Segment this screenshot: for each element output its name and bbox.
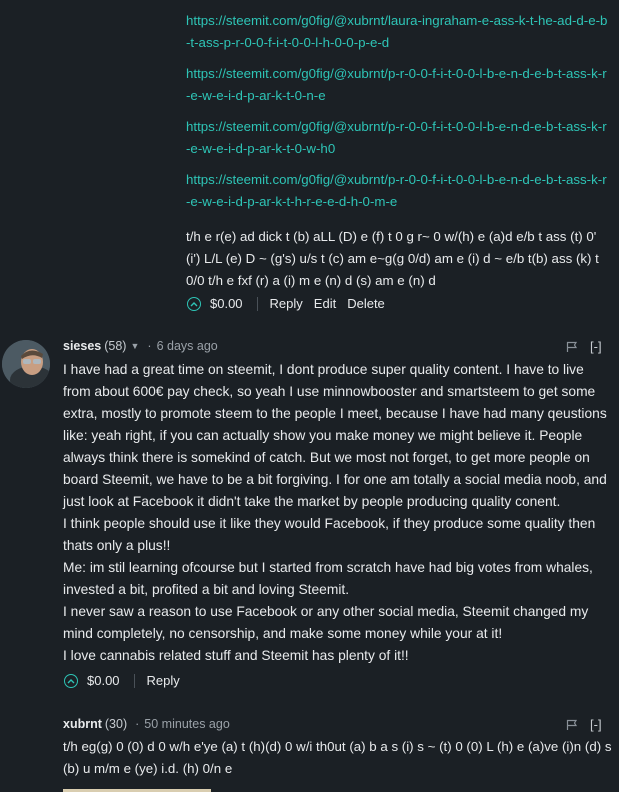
divider xyxy=(133,673,135,688)
upvote-icon[interactable] xyxy=(64,673,78,688)
delete-button[interactable]: Delete xyxy=(347,296,385,311)
flag-icon[interactable] xyxy=(566,719,578,731)
reply-button[interactable]: Reply xyxy=(147,673,180,688)
chevron-down-icon[interactable]: ▼ xyxy=(130,341,139,351)
comment-body: t/h eg(g) 0 (0) d 0 w/h e'ye (a) t (h)(d… xyxy=(63,739,612,776)
comment-paragraph: I never saw a reason to use Facebook or … xyxy=(63,604,589,641)
divider xyxy=(256,296,258,311)
collapse-toggle[interactable]: [-] xyxy=(590,717,602,732)
avatar[interactable] xyxy=(2,340,50,388)
link-list: https://steemit.com/g0fig/@xubrnt/laura-… xyxy=(186,10,611,222)
reputation: (58) xyxy=(104,339,127,353)
reply-body: t/h e r(e) ad dick t (b) aLL (D) e (f) t… xyxy=(186,229,599,288)
separator-dot: · xyxy=(135,717,140,731)
author-name[interactable]: xubrnt xyxy=(63,717,102,731)
upvote-icon[interactable] xyxy=(187,296,201,311)
post-link-1[interactable]: https://steemit.com/g0fig/@xubrnt/laura-… xyxy=(186,13,607,50)
collapse-toggle[interactable]: [-] xyxy=(590,339,602,354)
comment-paragraph: I think people should use it like they w… xyxy=(63,516,596,553)
timestamp[interactable]: 6 days ago xyxy=(157,339,218,353)
comment-paragraph: I have had a great time on steemit, I do… xyxy=(63,362,607,509)
reply-actions: $0.00 Reply Edit Delete xyxy=(187,296,396,311)
author-name[interactable]: sieses xyxy=(63,339,101,353)
comment-body: I have had a great time on steemit, I do… xyxy=(63,359,615,667)
post-link-2[interactable]: https://steemit.com/g0fig/@xubrnt/p-r-0-… xyxy=(186,66,607,103)
reply-button[interactable]: Reply xyxy=(270,296,303,311)
reputation: (30) xyxy=(104,717,128,731)
comment-paragraph: Me: im stil learning ofcourse but I star… xyxy=(63,560,593,597)
payout-value[interactable]: $0.00 xyxy=(87,673,120,688)
timestamp[interactable]: 50 minutes ago xyxy=(144,717,229,731)
separator-dot: · xyxy=(147,339,152,353)
comment-actions: $0.00 Reply xyxy=(64,673,191,688)
comment-header: xubrnt (30) · 50 minutes ago xyxy=(63,717,230,731)
post-link-4[interactable]: https://steemit.com/g0fig/@xubrnt/p-r-0-… xyxy=(186,172,607,209)
payout-value[interactable]: $0.00 xyxy=(210,296,243,311)
flag-icon[interactable] xyxy=(566,341,578,353)
edit-button[interactable]: Edit xyxy=(314,296,336,311)
comment-paragraph: I love cannabis related stuff and Steemi… xyxy=(63,648,409,663)
post-link-3[interactable]: https://steemit.com/g0fig/@xubrnt/p-r-0-… xyxy=(186,119,607,156)
comment-header: sieses (58) ▼ · 6 days ago xyxy=(63,339,218,353)
